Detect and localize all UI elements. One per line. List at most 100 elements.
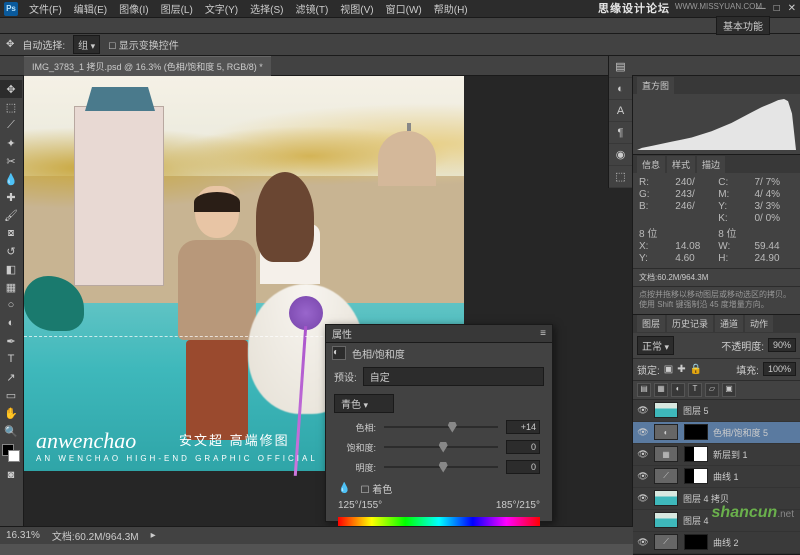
- lasso-tool[interactable]: ⟋: [0, 116, 22, 134]
- collapsed-icon-1[interactable]: ▤: [609, 56, 632, 78]
- menu-type[interactable]: 文字(Y): [200, 0, 243, 18]
- move-tool[interactable]: ✥: [0, 80, 22, 98]
- gradient-tool[interactable]: ▦: [0, 278, 22, 296]
- close-icon[interactable]: ✕: [788, 3, 796, 14]
- type-tool[interactable]: T: [0, 350, 22, 368]
- filter-smart-icon[interactable]: ▣: [722, 383, 736, 397]
- pen-tool[interactable]: ✒: [0, 332, 22, 350]
- marquee-tool[interactable]: ⬚: [0, 98, 22, 116]
- filter-type-icon[interactable]: T: [688, 383, 702, 397]
- fill-value[interactable]: 100%: [763, 362, 796, 376]
- layer-row[interactable]: 👁⟋曲线 1: [633, 466, 800, 488]
- layer-row[interactable]: 👁图层 5: [633, 400, 800, 422]
- menu-window[interactable]: 窗口(W): [381, 0, 427, 18]
- preset-dropdown[interactable]: 自定: [363, 367, 544, 386]
- background-swatch[interactable]: [8, 450, 20, 462]
- channel-dropdown[interactable]: 青色 ▾: [334, 394, 394, 413]
- menu-image[interactable]: 图像(I): [114, 0, 153, 18]
- hue-value[interactable]: +14: [506, 420, 540, 434]
- color-swatches[interactable]: [0, 444, 22, 466]
- sat-slider[interactable]: [384, 441, 498, 453]
- dodge-tool[interactable]: ◐: [0, 314, 22, 332]
- eraser-tool[interactable]: ◧: [0, 260, 22, 278]
- options-bar: ✥ 自动选择: 组 ▾ ☐ 显示变换控件: [0, 34, 800, 56]
- visibility-icon[interactable]: 👁: [635, 537, 651, 548]
- properties-tab[interactable]: 属性: [332, 326, 352, 341]
- menu-help[interactable]: 帮助(H): [429, 0, 473, 18]
- show-transform-checkbox[interactable]: ☐ 显示变换控件: [108, 37, 179, 52]
- visibility-icon[interactable]: 👁: [635, 471, 651, 482]
- blend-mode-dropdown[interactable]: 正常 ▾: [637, 336, 674, 355]
- brush-tool[interactable]: 🖌: [0, 206, 22, 224]
- menu-filter[interactable]: 滤镜(T): [291, 0, 334, 18]
- channels-tab[interactable]: 通道: [715, 315, 743, 332]
- range-left: 125°/155°: [338, 500, 382, 511]
- info-tab[interactable]: 信息: [637, 156, 665, 173]
- menu-select[interactable]: 选择(S): [245, 0, 288, 18]
- zoom-tool[interactable]: 🔍: [0, 422, 22, 440]
- menu-edit[interactable]: 编辑(E): [69, 0, 112, 18]
- path-tool[interactable]: ↗: [0, 368, 22, 386]
- hand-tool[interactable]: ✋: [0, 404, 22, 422]
- menu-file[interactable]: 文件(F): [24, 0, 67, 18]
- hue-gradient-top[interactable]: [338, 517, 540, 526]
- blur-tool[interactable]: ○: [0, 296, 22, 314]
- sat-value[interactable]: 0: [506, 440, 540, 454]
- filter-kind-icon[interactable]: ▤: [637, 383, 651, 397]
- lock-pixels-icon[interactable]: ▣: [664, 364, 673, 375]
- visibility-icon[interactable]: 👁: [635, 405, 651, 416]
- watermark: anwenchao AN WENCHAO HIGH-END GRAPHIC OF…: [36, 428, 318, 463]
- hue-label: 色相:: [338, 421, 376, 434]
- layers-tab[interactable]: 图层: [637, 315, 665, 332]
- styles-tab[interactable]: 样式: [667, 156, 695, 173]
- zoom-level[interactable]: 16.31%: [6, 530, 40, 541]
- lig-value[interactable]: 0: [506, 460, 540, 474]
- shape-tool[interactable]: ▭: [0, 386, 22, 404]
- panel-menu-icon[interactable]: ≡: [540, 328, 546, 339]
- stroke-tab[interactable]: 描边: [697, 156, 725, 173]
- lock-position-icon[interactable]: ✚: [677, 364, 685, 375]
- eyedropper-tool[interactable]: 💧: [0, 170, 22, 188]
- filter-pixel-icon[interactable]: ▦: [654, 383, 668, 397]
- collapsed-icon-4[interactable]: ¶: [609, 122, 632, 144]
- sat-label: 饱和度:: [338, 441, 376, 454]
- layer-row[interactable]: 👁⟋曲线 2: [633, 532, 800, 554]
- visibility-icon[interactable]: 👁: [635, 449, 651, 460]
- layers-list: 👁图层 5 👁◐色相/饱和度 5 👁▦新层到 1 👁⟋曲线 1 👁图层 4 拷贝…: [633, 400, 800, 554]
- status-doc[interactable]: 文档:60.2M/964.3M: [52, 528, 139, 543]
- histogram-tab[interactable]: 直方图: [637, 77, 674, 94]
- actions-tab[interactable]: 动作: [745, 315, 773, 332]
- stamp-tool[interactable]: ⧇: [0, 224, 22, 242]
- crop-tool[interactable]: ✂: [0, 152, 22, 170]
- colorize-checkbox[interactable]: ☐ 着色: [360, 481, 392, 496]
- auto-select-mode[interactable]: 组 ▾: [73, 35, 100, 54]
- visibility-icon[interactable]: 👁: [635, 427, 651, 438]
- maximize-icon[interactable]: □: [774, 3, 780, 14]
- heal-tool[interactable]: ✚: [0, 188, 22, 206]
- opacity-value[interactable]: 90%: [768, 338, 796, 352]
- history-brush-tool[interactable]: ↺: [0, 242, 22, 260]
- layer-row[interactable]: 👁◐色相/饱和度 5: [633, 422, 800, 444]
- canvas[interactable]: anwenchao AN WENCHAO HIGH-END GRAPHIC OF…: [24, 76, 632, 526]
- hue-slider[interactable]: [384, 421, 498, 433]
- lock-all-icon[interactable]: 🔒: [690, 364, 702, 375]
- history-tab[interactable]: 历史记录: [667, 315, 713, 332]
- lig-slider[interactable]: [384, 461, 498, 473]
- menu-layer[interactable]: 图层(L): [156, 0, 198, 18]
- menu-view[interactable]: 视图(V): [335, 0, 378, 18]
- layer-row[interactable]: 👁▦新层到 1: [633, 444, 800, 466]
- quickmask-tool[interactable]: ◙: [0, 466, 22, 484]
- collapsed-icon-3[interactable]: A: [609, 100, 632, 122]
- visibility-icon[interactable]: 👁: [635, 493, 651, 504]
- filter-adj-icon[interactable]: ◐: [671, 383, 685, 397]
- collapsed-icon-2[interactable]: ◐: [609, 78, 632, 100]
- wand-tool[interactable]: ✦: [0, 134, 22, 152]
- filter-shape-icon[interactable]: ▱: [705, 383, 719, 397]
- collapsed-icon-5[interactable]: ◉: [609, 144, 632, 166]
- basic-functions-button[interactable]: 基本功能: [716, 16, 770, 35]
- histogram: [633, 94, 800, 154]
- collapsed-icon-6[interactable]: ⬚: [609, 166, 632, 188]
- eyedropper-icon[interactable]: 💧: [338, 483, 350, 494]
- document-tab[interactable]: IMG_3783_1 拷贝.psd @ 16.3% (色相/饱和度 5, RGB…: [24, 56, 271, 76]
- status-caret-icon[interactable]: ▸: [151, 530, 156, 541]
